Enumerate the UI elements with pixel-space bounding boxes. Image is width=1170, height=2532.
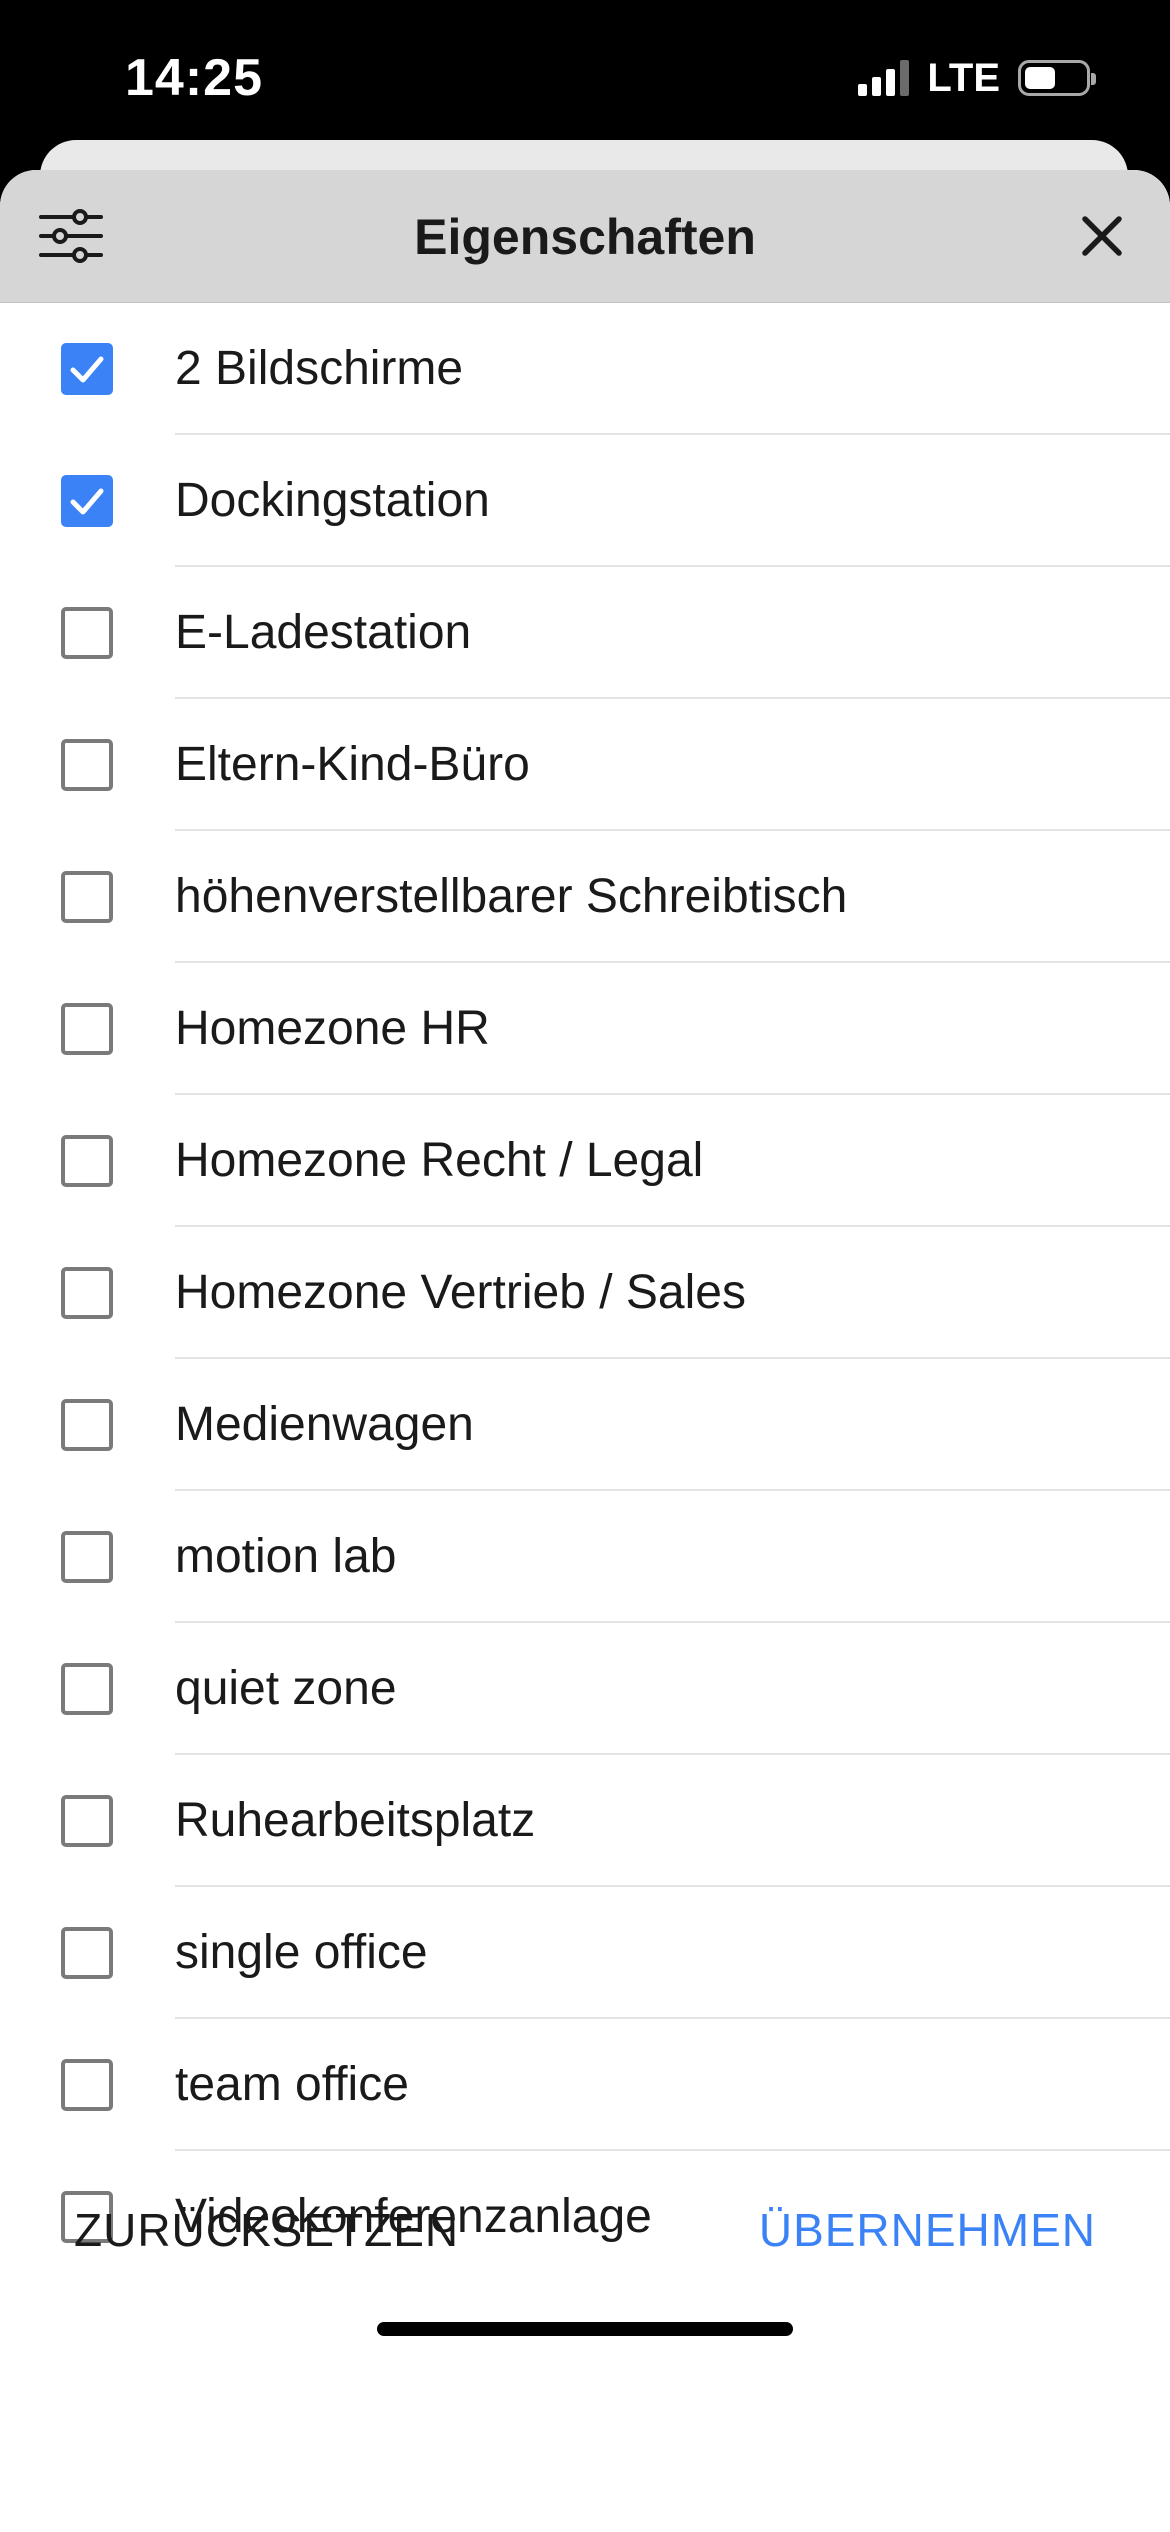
- checkbox-unchecked[interactable]: [61, 1003, 113, 1055]
- list-item[interactable]: motion lab: [0, 1491, 1170, 1623]
- checkbox-unchecked[interactable]: [61, 1531, 113, 1583]
- checkmark-icon: [70, 488, 104, 515]
- list-item-label: Ruhearbeitsplatz: [175, 1794, 536, 1847]
- status-indicators: LTE: [858, 55, 1096, 101]
- list-item-label: single office: [175, 1926, 428, 1979]
- list-item[interactable]: E-Ladestation: [0, 567, 1170, 699]
- list-item-label: E-Ladestation: [175, 606, 472, 659]
- home-indicator[interactable]: [377, 2322, 793, 2336]
- list-item[interactable]: Dockingstation: [0, 435, 1170, 567]
- battery-icon: [1018, 60, 1096, 96]
- list-item-label: Homezone Recht / Legal: [175, 1134, 704, 1187]
- battery-level-fill: [1025, 67, 1055, 89]
- status-bar: 14:25 LTE: [0, 0, 1170, 150]
- list-item-label: Dockingstation: [175, 474, 490, 527]
- properties-sheet: Eigenschaften 2 Bildschirme Dockingstatio…: [0, 170, 1170, 2532]
- close-icon[interactable]: [1078, 212, 1126, 260]
- list-item-label: motion lab: [175, 1530, 397, 1583]
- sheet-footer: ZURÜCKSETZEN ÜBERNEHMEN: [0, 2180, 1170, 2280]
- checkbox-unchecked[interactable]: [61, 1927, 113, 1979]
- list-item[interactable]: Homezone Vertrieb / Sales: [0, 1227, 1170, 1359]
- reset-button[interactable]: ZURÜCKSETZEN: [74, 2180, 459, 2280]
- list-item[interactable]: höhenverstellbarer Schreibtisch: [0, 831, 1170, 963]
- list-item-label: Homezone Vertrieb / Sales: [175, 1266, 746, 1319]
- list-item-label: Homezone HR: [175, 1002, 490, 1055]
- checkbox-unchecked[interactable]: [61, 1663, 113, 1715]
- list-item[interactable]: Homezone Recht / Legal: [0, 1095, 1170, 1227]
- list-item-label: Medienwagen: [175, 1398, 474, 1451]
- sheet-header: Eigenschaften: [0, 170, 1170, 303]
- list-item-label: team office: [175, 2058, 409, 2111]
- checkbox-unchecked[interactable]: [61, 1135, 113, 1187]
- list-item[interactable]: single office: [0, 1887, 1170, 2019]
- checkbox-unchecked[interactable]: [61, 607, 113, 659]
- checkbox-unchecked[interactable]: [61, 2059, 113, 2111]
- property-list: 2 Bildschirme Dockingstation E-Ladestation…: [0, 303, 1170, 2283]
- list-item-label: Eltern-Kind-Büro: [175, 738, 530, 791]
- list-item[interactable]: Medienwagen: [0, 1359, 1170, 1491]
- checkbox-unchecked[interactable]: [61, 871, 113, 923]
- cellular-signal-icon: [858, 60, 910, 96]
- checkmark-icon: [70, 356, 104, 383]
- checkbox-checked[interactable]: [61, 343, 113, 395]
- list-item[interactable]: 2 Bildschirme: [0, 303, 1170, 435]
- checkbox-unchecked[interactable]: [61, 1399, 113, 1451]
- checkbox-checked[interactable]: [61, 475, 113, 527]
- list-item-label: quiet zone: [175, 1662, 397, 1715]
- list-item[interactable]: quiet zone: [0, 1623, 1170, 1755]
- list-item[interactable]: Eltern-Kind-Büro: [0, 699, 1170, 831]
- network-type-label: LTE: [927, 55, 1000, 100]
- checkbox-unchecked[interactable]: [61, 1795, 113, 1847]
- checkbox-unchecked[interactable]: [61, 739, 113, 791]
- list-item[interactable]: team office: [0, 2019, 1170, 2151]
- list-item-label: höhenverstellbarer Schreibtisch: [175, 870, 848, 923]
- sheet-title: Eigenschaften: [414, 209, 756, 265]
- apply-button[interactable]: ÜBERNEHMEN: [759, 2180, 1096, 2280]
- list-item[interactable]: Ruhearbeitsplatz: [0, 1755, 1170, 1887]
- list-item[interactable]: Homezone HR: [0, 963, 1170, 1095]
- checkbox-unchecked[interactable]: [61, 1267, 113, 1319]
- status-time: 14:25: [125, 49, 263, 107]
- list-item-label: 2 Bildschirme: [175, 342, 464, 395]
